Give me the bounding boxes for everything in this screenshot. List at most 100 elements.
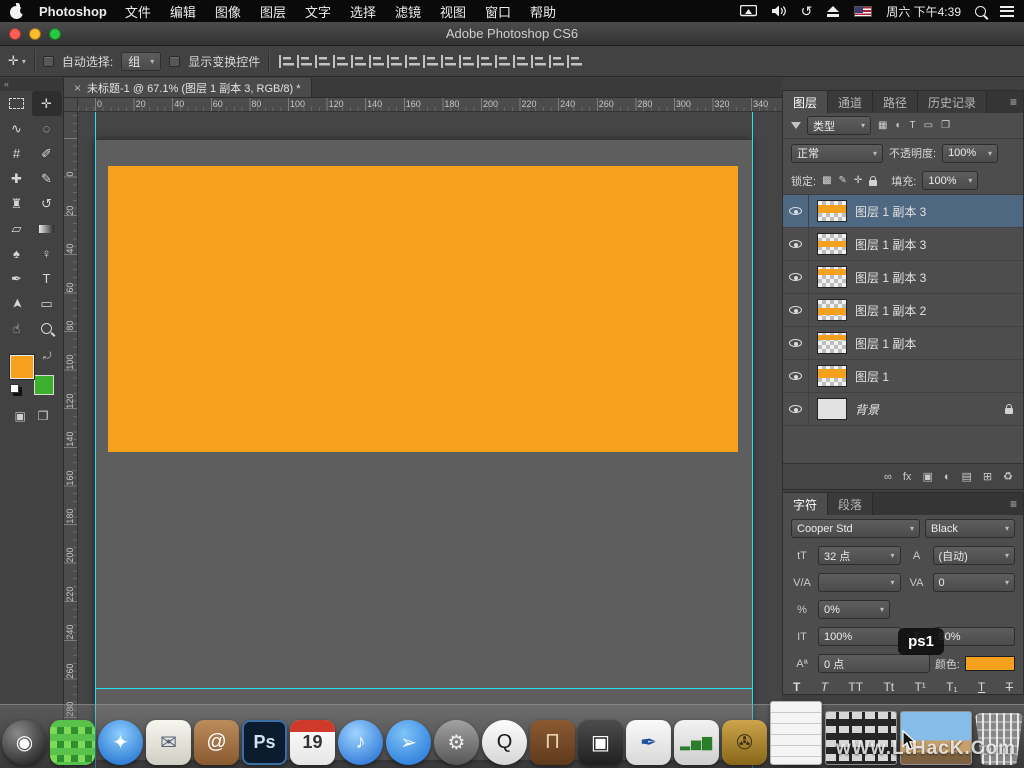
fill-field[interactable]: 100% ▾: [922, 171, 978, 190]
font-style-dropdown[interactable]: Black ▾: [925, 519, 1015, 538]
adjustment-layer-icon[interactable]: ◐: [944, 471, 951, 483]
panel-tab[interactable]: 段落: [828, 493, 873, 515]
align-right-edges-icon[interactable]: [369, 55, 384, 68]
blend-mode-dropdown[interactable]: 正常 ▾: [791, 144, 883, 163]
path-selection-tool[interactable]: ➤: [4, 289, 29, 319]
layer-row[interactable]: 图层 1: [783, 360, 1023, 393]
distribute-right-edges-icon[interactable]: [477, 55, 492, 68]
vertical-scale-field[interactable]: 100%: [818, 627, 901, 646]
kerning-field[interactable]: ▾: [818, 573, 901, 592]
panel-tab[interactable]: 路径: [873, 91, 918, 113]
dock-calendar-icon[interactable]: 19: [290, 720, 335, 765]
add-layer-mask-icon[interactable]: ▣: [922, 470, 932, 483]
distribute-left-edges-icon[interactable]: [441, 55, 456, 68]
lasso-tool[interactable]: ∿: [2, 116, 32, 141]
filter-pixel-layers-icon[interactable]: ▦: [877, 120, 888, 131]
dock-system-preferences-icon[interactable]: ⚙: [434, 720, 479, 765]
dock-contacts-icon[interactable]: @: [194, 720, 239, 765]
collapse-tools-icon[interactable]: «: [0, 78, 63, 91]
type-tool[interactable]: T: [32, 266, 62, 291]
dock-document-icon[interactable]: [770, 701, 822, 765]
distribute-top-edges-icon[interactable]: [387, 55, 402, 68]
layer-visibility-toggle[interactable]: [783, 228, 809, 260]
lock-all-icon[interactable]: [869, 180, 877, 186]
panel-menu-icon[interactable]: ≡: [1004, 493, 1023, 515]
default-colors-icon[interactable]: [10, 384, 19, 393]
eject-icon[interactable]: [826, 6, 840, 17]
panel-menu-icon[interactable]: ≡: [1004, 91, 1023, 113]
layer-row[interactable]: 图层 1 副本 3: [783, 261, 1023, 294]
underline-icon[interactable]: T: [978, 680, 985, 694]
guide-bottom[interactable]: [95, 688, 753, 689]
document-canvas[interactable]: [95, 140, 752, 760]
lock-image-icon[interactable]: ✎: [839, 175, 847, 186]
align-vertical-centers-icon[interactable]: [297, 55, 312, 68]
strikethrough-icon[interactable]: T: [1006, 680, 1013, 694]
distribute-bottom-edges-icon[interactable]: [423, 55, 438, 68]
healing-brush-tool[interactable]: ✚: [2, 166, 32, 191]
swap-colors-icon[interactable]: ⤾: [43, 351, 51, 362]
eraser-tool[interactable]: ▱: [2, 216, 32, 241]
menubar-item[interactable]: 图像: [215, 2, 241, 21]
filter-adjustment-layers-icon[interactable]: ◐: [894, 120, 902, 131]
tracking-field[interactable]: 0 ▾: [933, 573, 1016, 592]
layer-thumbnail[interactable]: [817, 332, 847, 354]
filter-smart-objects-icon[interactable]: ❐: [940, 120, 951, 131]
dodge-tool[interactable]: ♀: [32, 241, 62, 266]
dock-ink-pen-icon[interactable]: ✒: [626, 720, 671, 765]
horizontal-scale-field[interactable]: 90%: [933, 627, 1016, 646]
layer-thumbnail[interactable]: [817, 365, 847, 387]
close-window-button[interactable]: [9, 28, 21, 40]
superscript-icon[interactable]: T¹: [914, 680, 925, 694]
layer-row[interactable]: 图层 1 副本 3: [783, 228, 1023, 261]
tsume-field[interactable]: 0% ▾: [818, 600, 890, 619]
menubar-item[interactable]: 视图: [440, 2, 466, 21]
layer-visibility-toggle[interactable]: [783, 393, 809, 425]
layer-thumbnail[interactable]: [817, 299, 847, 321]
panel-tab[interactable]: 通道: [828, 91, 873, 113]
3d-mode-slide-icon[interactable]: [567, 55, 582, 68]
filter-kind-dropdown[interactable]: 类型 ▾: [807, 116, 871, 135]
spotlight-icon[interactable]: [975, 6, 986, 17]
menubar-item[interactable]: 编辑: [170, 2, 196, 21]
minimize-window-button[interactable]: [29, 28, 41, 40]
dock-pixel-grid-icon[interactable]: [50, 720, 95, 765]
dock-film-reel-icon[interactable]: ✇: [722, 720, 767, 765]
delete-layer-icon[interactable]: ♻: [1003, 470, 1013, 483]
history-brush-tool[interactable]: ↺: [32, 191, 62, 216]
3d-mode-rotate-icon[interactable]: [513, 55, 528, 68]
close-document-icon[interactable]: ×: [74, 81, 81, 95]
dock-chart-icon[interactable]: ▂▅▇: [674, 720, 719, 765]
filter-shape-layers-icon[interactable]: ▭: [923, 120, 934, 131]
opacity-field[interactable]: 100% ▾: [942, 144, 998, 163]
font-family-dropdown[interactable]: Cooper Std ▾: [791, 519, 920, 538]
menubar-item[interactable]: 窗口: [485, 2, 511, 21]
lock-position-icon[interactable]: ✛: [854, 175, 862, 186]
new-group-icon[interactable]: ▤: [962, 470, 972, 483]
all-caps-icon[interactable]: TT: [848, 680, 863, 694]
show-transform-controls-checkbox[interactable]: [169, 56, 180, 67]
layer-visibility-toggle[interactable]: [783, 261, 809, 293]
layer-visibility-toggle[interactable]: [783, 360, 809, 392]
menubar-item[interactable]: 文字: [305, 2, 331, 21]
layer-style-fx-icon[interactable]: fx: [903, 471, 912, 483]
screen-mode-icon[interactable]: ❐: [38, 409, 49, 423]
clone-stamp-tool[interactable]: ♜: [2, 191, 32, 216]
text-color-swatch[interactable]: [965, 656, 1015, 671]
window-titlebar[interactable]: Adobe Photoshop CS6: [0, 22, 1024, 46]
panel-tab[interactable]: 字符: [783, 493, 828, 515]
align-horizontal-centers-icon[interactable]: [351, 55, 366, 68]
auto-align-layers-icon[interactable]: [495, 55, 510, 68]
volume-icon[interactable]: [771, 5, 787, 17]
layer-visibility-toggle[interactable]: [783, 195, 809, 227]
gradient-tool[interactable]: [32, 216, 62, 241]
crop-tool[interactable]: #: [2, 141, 32, 166]
menubar-item[interactable]: 选择: [350, 2, 376, 21]
hand-tool[interactable]: ☝: [2, 316, 32, 341]
link-layers-icon[interactable]: ∞: [884, 471, 892, 483]
dock-dark-case-icon[interactable]: ▣: [578, 720, 623, 765]
new-layer-icon[interactable]: ⊞: [983, 470, 992, 483]
dock-qq-icon[interactable]: Q: [482, 720, 527, 765]
layer-row[interactable]: 背景: [783, 393, 1023, 426]
background-color-swatch[interactable]: [34, 375, 54, 395]
